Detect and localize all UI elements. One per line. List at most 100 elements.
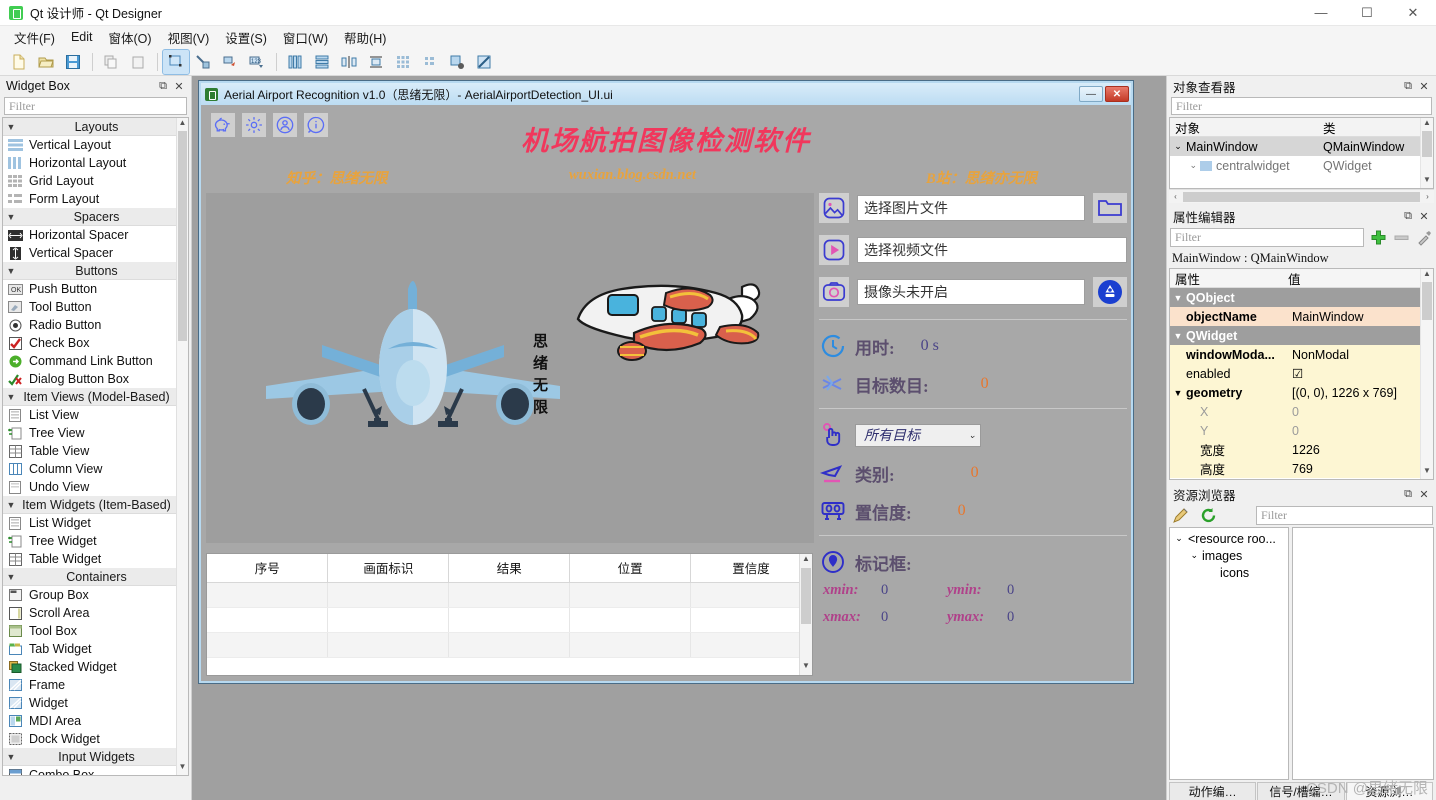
table-cell[interactable] [207, 582, 329, 608]
resource-tree[interactable]: ⌄ <resource roo... ⌄ images icons [1169, 527, 1289, 780]
widget-item-dock-widget[interactable]: Dock Widget [3, 730, 188, 748]
table-cell[interactable] [327, 582, 450, 608]
col-property[interactable]: 属性 [1170, 269, 1288, 288]
scrollbar-thumb[interactable] [1183, 191, 1420, 202]
menu-window[interactable]: 窗口(W) [275, 26, 336, 49]
table-row[interactable] [207, 632, 812, 658]
image-display-area[interactable]: 思绪无限 [206, 193, 814, 543]
property-row-geometry[interactable]: ▼ geometry [(0, 0), 1226 x 769] [1170, 383, 1433, 402]
chevron-down-icon[interactable]: ▼ [3, 392, 19, 402]
close-icon[interactable]: ✕ [1416, 488, 1432, 501]
chevron-down-icon[interactable]: ▼ [3, 122, 19, 132]
form-minimize-button[interactable]: — [1079, 86, 1103, 102]
table-scrollbar[interactable]: ▲ ▼ [799, 554, 812, 675]
form-window[interactable]: Aerial Airport Recognition v1.0（思绪无限）- A… [198, 80, 1134, 684]
property-row-Y[interactable]: Y0 [1170, 421, 1433, 440]
object-row-centralwidget[interactable]: ⌄ centralwidget QWidget [1170, 156, 1433, 175]
object-inspector-hscrollbar[interactable]: ‹ › [1169, 189, 1434, 203]
menu-form[interactable]: 窗体(O) [101, 26, 160, 49]
object-row-mainwindow[interactable]: ⌄ MainWindow QMainWindow [1170, 137, 1433, 156]
close-button[interactable]: ✕ [1390, 0, 1436, 26]
camera-icon[interactable] [819, 277, 849, 307]
table-cell[interactable] [448, 607, 571, 633]
save-form-icon[interactable] [60, 50, 86, 74]
scroll-down-icon[interactable]: ▼ [1421, 466, 1433, 479]
sublink-blog[interactable]: wuxian.blog.csdn.net [569, 167, 696, 184]
widget-item-table-widget[interactable]: Table Widget [3, 550, 188, 568]
menu-settings[interactable]: 设置(S) [217, 26, 275, 49]
sublink-zhihu[interactable]: 知乎：思绪无限 [286, 167, 388, 188]
widget-item-vertical-layout[interactable]: Vertical Layout [3, 136, 188, 154]
table-cell[interactable] [327, 632, 450, 658]
widget-item-table-view[interactable]: Table View [3, 442, 188, 460]
edit-tab-order-icon[interactable]: 123 [244, 50, 270, 74]
video-file-input[interactable]: 选择视频文件 [857, 237, 1127, 263]
image-file-input[interactable]: 选择图片文件 [857, 195, 1085, 221]
chevron-down-icon[interactable]: ▼ [3, 212, 19, 222]
layout-vertically-icon[interactable] [309, 50, 335, 74]
menu-file[interactable]: 文件(F) [6, 26, 63, 49]
widget-item-radio-button[interactable]: Radio Button [3, 316, 188, 334]
scrollbar-thumb[interactable] [1422, 282, 1432, 320]
widget-item-mdi-area[interactable]: MDI Area [3, 712, 188, 730]
property-value[interactable]: 0 [1288, 424, 1433, 438]
table-cell[interactable] [569, 607, 692, 633]
property-row-windowModa...[interactable]: windowModa... NonModal [1170, 345, 1433, 364]
table-cell[interactable] [690, 582, 812, 608]
property-value[interactable]: 0 [1288, 405, 1433, 419]
chevron-down-icon[interactable]: ▼ [3, 500, 19, 510]
widget-category-buttons[interactable]: ▼ Buttons [3, 262, 188, 280]
chevron-down-icon[interactable]: ▼ [1170, 293, 1186, 303]
scroll-down-icon[interactable]: ▼ [800, 661, 812, 675]
object-inspector-filter-input[interactable]: Filter [1171, 97, 1432, 115]
scroll-right-icon[interactable]: › [1421, 192, 1434, 201]
folder-icon[interactable] [1093, 193, 1127, 223]
chevron-down-icon[interactable]: ▼ [3, 752, 19, 762]
widget-item-form-layout[interactable]: Form Layout [3, 190, 188, 208]
resource-root-item[interactable]: ⌄ <resource roo... [1170, 530, 1288, 547]
break-layout-icon[interactable] [444, 50, 470, 74]
widget-item-tool-button[interactable]: Tool Button [3, 298, 188, 316]
chevron-down-icon[interactable]: ⌄ [1170, 141, 1186, 152]
chevron-down-icon[interactable]: ⌄ [1170, 550, 1202, 561]
col-object[interactable]: 对象 [1170, 118, 1323, 137]
reload-icon[interactable] [1198, 507, 1218, 525]
property-value[interactable]: 769 [1288, 462, 1433, 476]
design-canvas[interactable]: Aerial Airport Recognition v1.0（思绪无限）- A… [192, 76, 1166, 800]
widget-item-horizontal-layout[interactable]: Horizontal Layout [3, 154, 188, 172]
close-icon[interactable]: ✕ [1416, 210, 1432, 223]
form-close-button[interactable]: ✕ [1105, 86, 1129, 102]
table-row[interactable] [207, 607, 812, 633]
layout-splitter-horizontal-icon[interactable] [336, 50, 362, 74]
menu-view[interactable]: 视图(V) [160, 26, 218, 49]
pencil-icon[interactable] [1170, 507, 1190, 525]
scroll-up-icon[interactable]: ▲ [1421, 118, 1433, 131]
widget-box-filter-input[interactable]: Filter [4, 97, 187, 115]
property-filter-input[interactable]: Filter [1170, 228, 1364, 247]
menu-edit[interactable]: Edit [63, 28, 101, 46]
new-form-icon[interactable] [6, 50, 32, 74]
results-table[interactable]: 序号 画面标识 结果 位置 置信度 ▲ ▼ [206, 553, 813, 676]
widget-item-command-link-button[interactable]: Command Link Button [3, 352, 188, 370]
table-row[interactable] [207, 582, 812, 608]
widget-item-undo-view[interactable]: Undo View [3, 478, 188, 496]
widget-item-list-view[interactable]: List View [3, 406, 188, 424]
widget-item-column-view[interactable]: Column View [3, 460, 188, 478]
widget-item-tree-view[interactable]: Tree View [3, 424, 188, 442]
sublink-bilibili[interactable]: B站：思绪亦无限 [926, 167, 1037, 188]
form-titlebar[interactable]: Aerial Airport Recognition v1.0（思绪无限）- A… [201, 83, 1131, 105]
tab-action-editor[interactable]: 动作编… [1169, 782, 1257, 800]
property-row-高度[interactable]: 高度 769 [1170, 459, 1433, 478]
property-row-enabled[interactable]: enabled ☑ [1170, 364, 1433, 383]
table-cell[interactable] [569, 582, 692, 608]
widget-item-tree-widget[interactable]: Tree Widget [3, 532, 188, 550]
scroll-down-icon[interactable]: ▼ [177, 762, 188, 775]
table-col-confidence[interactable]: 置信度 [690, 554, 812, 583]
float-icon[interactable]: ⧉ [1400, 210, 1416, 223]
scrollbar-thumb[interactable] [1422, 131, 1432, 157]
property-group-QWidget[interactable]: ▼ QWidget [1170, 326, 1433, 345]
widget-category-item-widgets-item-based[interactable]: ▼ Item Widgets (Item-Based) [3, 496, 188, 514]
close-icon[interactable]: ✕ [171, 80, 187, 93]
object-inspector-tree[interactable]: 对象 类 ⌄ MainWindow QMainWindow ⌄ centralwid… [1169, 117, 1434, 189]
edit-signals-slots-icon[interactable] [190, 50, 216, 74]
